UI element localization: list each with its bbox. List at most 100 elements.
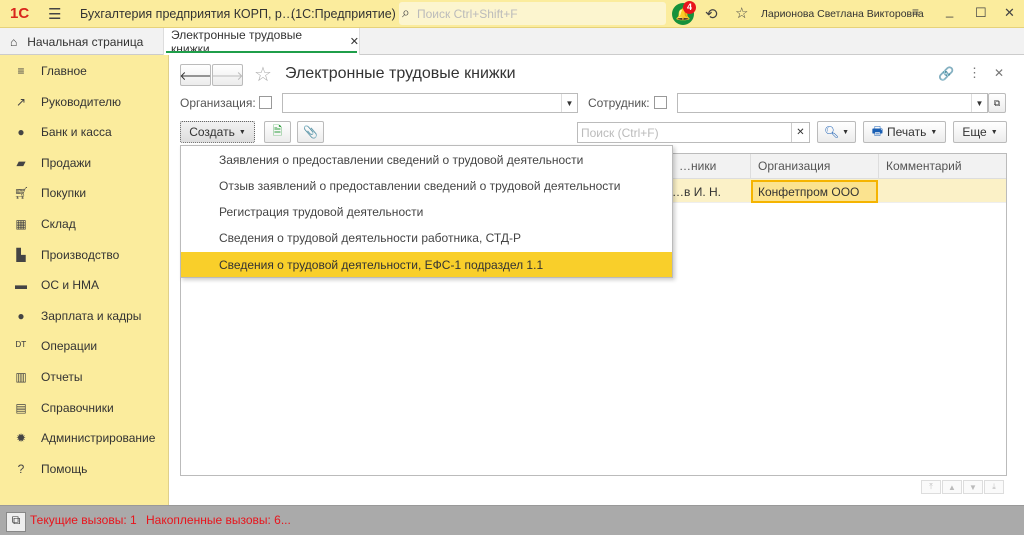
create-menu-item[interactable]: Сведения о трудовой деятельности работни… bbox=[181, 226, 672, 251]
dropdown-arrow-icon[interactable]: ▼ bbox=[971, 94, 987, 112]
sidebar-item-13[interactable]: ✹ Администрирование bbox=[0, 424, 168, 452]
cell-organization[interactable]: Конфетпром ООО bbox=[751, 180, 878, 203]
factory-icon: ▙ bbox=[16, 247, 26, 262]
column-header-employees[interactable]: …ники bbox=[672, 154, 751, 179]
user-name[interactable]: Ларионова Светлана Викторовна bbox=[761, 8, 924, 20]
more-button[interactable]: Еще ▼ bbox=[953, 121, 1007, 143]
bar-chart-icon: ▥ bbox=[15, 370, 27, 384]
sidebar-item-2[interactable]: ↗ Руководителю bbox=[0, 88, 168, 116]
search-input[interactable]: Поиск (Ctrl+F) ✕ bbox=[577, 122, 810, 143]
create-menu-item[interactable]: Регистрация трудовой деятельности bbox=[181, 200, 672, 225]
printer-icon: 🖶 bbox=[871, 123, 884, 138]
organization-checkbox[interactable] bbox=[259, 96, 272, 109]
sidebar-item-label: Банк и касса bbox=[41, 125, 112, 140]
clear-search-icon[interactable]: ✕ bbox=[791, 123, 809, 142]
global-search-placeholder: Поиск Ctrl+Shift+F bbox=[417, 7, 518, 21]
sidebar-item-label: Продажи bbox=[41, 155, 92, 170]
sidebar-item-3[interactable]: ● Банк и касса bbox=[0, 118, 168, 146]
main-menu-icon[interactable]: ☰ bbox=[48, 5, 61, 23]
books-icon: ▤ bbox=[15, 400, 27, 415]
home-icon: ⌂ bbox=[10, 34, 18, 49]
sidebar-item-1[interactable]: ≡ Главное bbox=[0, 57, 168, 85]
employee-label: Сотрудник: bbox=[588, 96, 650, 110]
dt-kt-icon: ᴰᵀ bbox=[15, 339, 27, 354]
column-header-comment[interactable]: Комментарий bbox=[879, 154, 1006, 179]
close-icon[interactable]: ✕ bbox=[1004, 5, 1015, 21]
settings-menu-icon[interactable]: ≡ bbox=[912, 5, 919, 19]
chevron-down-icon: ▼ bbox=[990, 128, 998, 136]
sidebar-item-5[interactable]: 🛒︎ Покупки bbox=[0, 179, 168, 207]
organization-field[interactable]: ▼ bbox=[282, 93, 578, 113]
print-label: Печать bbox=[887, 125, 927, 139]
chart-icon: ↗ bbox=[15, 94, 27, 109]
sidebar-item-14[interactable]: ? Помощь bbox=[0, 455, 168, 483]
chevron-down-icon: ▼ bbox=[238, 128, 246, 136]
1c-logo-icon: 1C bbox=[10, 5, 30, 22]
history-icon[interactable]: ⟲ bbox=[705, 5, 718, 23]
create-menu-item[interactable]: Отзыв заявлений о предоставлении сведени… bbox=[181, 173, 672, 198]
create-button[interactable]: Создать ▼ bbox=[180, 121, 255, 143]
app-title: Бухгалтерия предприятия КОРП, р… bbox=[80, 7, 295, 21]
sidebar-item-12[interactable]: ▤ Справочники bbox=[0, 394, 168, 422]
organization-label: Организация: bbox=[180, 96, 256, 110]
windows-icon[interactable]: ⧉ bbox=[6, 512, 26, 532]
create-from-file-button[interactable]: 🗎 bbox=[264, 121, 291, 143]
sidebar-item-8[interactable]: ▬ ОС и НМА bbox=[0, 271, 168, 299]
more-actions-icon[interactable]: ⋮ bbox=[968, 65, 981, 81]
dropdown-arrow-icon[interactable]: ▼ bbox=[561, 94, 577, 112]
tab-home[interactable]: ⌂ Начальная страница bbox=[0, 28, 163, 55]
sidebar-item-label: Отчеты bbox=[41, 370, 83, 384]
create-menu-item[interactable]: Сведения о трудовой деятельности, ЕФС-1 … bbox=[181, 252, 672, 278]
forward-button[interactable]: 🡒 bbox=[211, 64, 244, 86]
bag-icon: ▰ bbox=[16, 155, 26, 170]
create-menu-item[interactable]: Заявления о предоставлении сведений о тр… bbox=[181, 147, 672, 172]
employee-field[interactable]: ▼ bbox=[677, 93, 988, 113]
sidebar-item-6[interactable]: ▦ Склад bbox=[0, 210, 168, 238]
global-search[interactable]: ⌕ Поиск Ctrl+Shift+F bbox=[399, 2, 666, 25]
tab-electronic-work-books[interactable]: Электронные трудовые книжки ✕ bbox=[163, 28, 360, 56]
attach-button[interactable]: 📎 bbox=[297, 121, 324, 143]
column-header-organization[interactable]: Организация bbox=[751, 154, 879, 179]
favorite-star-icon[interactable]: ☆ bbox=[254, 62, 272, 87]
current-calls: Текущие вызовы: 1 bbox=[30, 513, 137, 527]
chevron-down-icon: ▼ bbox=[930, 128, 938, 136]
help-icon: ? bbox=[17, 461, 25, 476]
search-icon: ⌕ bbox=[402, 4, 410, 20]
sidebar-item-9[interactable]: ● Зарплата и кадры bbox=[0, 302, 168, 330]
scroll-first-icon[interactable]: ⤒ bbox=[921, 480, 941, 494]
sidebar-item-label: Покупки bbox=[41, 186, 87, 201]
open-employee-button[interactable]: ⧉ bbox=[988, 93, 1006, 113]
accumulated-calls[interactable]: Накопленные вызовы: 6... bbox=[146, 513, 291, 527]
sidebar-item-10[interactable]: ᴰᵀ Операции bbox=[0, 332, 168, 360]
sidebar-item-7[interactable]: ▙ Производство bbox=[0, 241, 168, 269]
coin-icon: ● bbox=[17, 125, 25, 140]
back-button[interactable]: 🡐 bbox=[179, 64, 212, 86]
sidebar-item-label: ОС и НМА bbox=[41, 278, 100, 293]
employee-checkbox[interactable] bbox=[654, 96, 667, 109]
sidebar-item-label: Операции bbox=[41, 339, 98, 354]
sidebar-item-4[interactable]: ▰ Продажи bbox=[0, 149, 168, 177]
magnifier-icon: 🔍︎ bbox=[823, 125, 840, 139]
sidebar-item-label: Справочники bbox=[41, 400, 114, 415]
page-title: Электронные трудовые книжки bbox=[285, 65, 516, 82]
favorites-star-icon[interactable]: ☆ bbox=[735, 4, 748, 22]
maximize-icon[interactable]: ☐ bbox=[975, 5, 987, 21]
minimize-icon[interactable]: _ bbox=[946, 3, 953, 18]
link-icon[interactable]: 🔗 bbox=[938, 66, 954, 82]
create-label: Создать bbox=[189, 125, 235, 139]
notifications-badge: 4 bbox=[683, 1, 696, 14]
sidebar-item-11[interactable]: ▥ Отчеты bbox=[0, 363, 168, 391]
close-tab-icon[interactable]: ✕ bbox=[350, 35, 359, 48]
sidebar-item-label: Руководителю bbox=[41, 94, 122, 109]
search-options-button[interactable]: 🔍︎ ▼ bbox=[817, 121, 856, 143]
close-form-icon[interactable]: ✕ bbox=[994, 66, 1004, 80]
sidebar: ≡ Главное ↗ Руководителю ● Банк и касса ▰ Прода… bbox=[0, 55, 169, 505]
menu-icon: ≡ bbox=[17, 64, 25, 78]
person-icon: ● bbox=[17, 308, 25, 323]
scroll-up-icon[interactable]: ▲ bbox=[942, 480, 962, 494]
search-placeholder: Поиск (Ctrl+F) bbox=[581, 126, 659, 140]
sidebar-item-label: Администрирование bbox=[41, 431, 156, 446]
print-button[interactable]: 🖶 Печать ▼ bbox=[863, 121, 946, 143]
scroll-down-icon[interactable]: ▼ bbox=[963, 480, 983, 494]
scroll-last-icon[interactable]: ⤓ bbox=[984, 480, 1004, 494]
